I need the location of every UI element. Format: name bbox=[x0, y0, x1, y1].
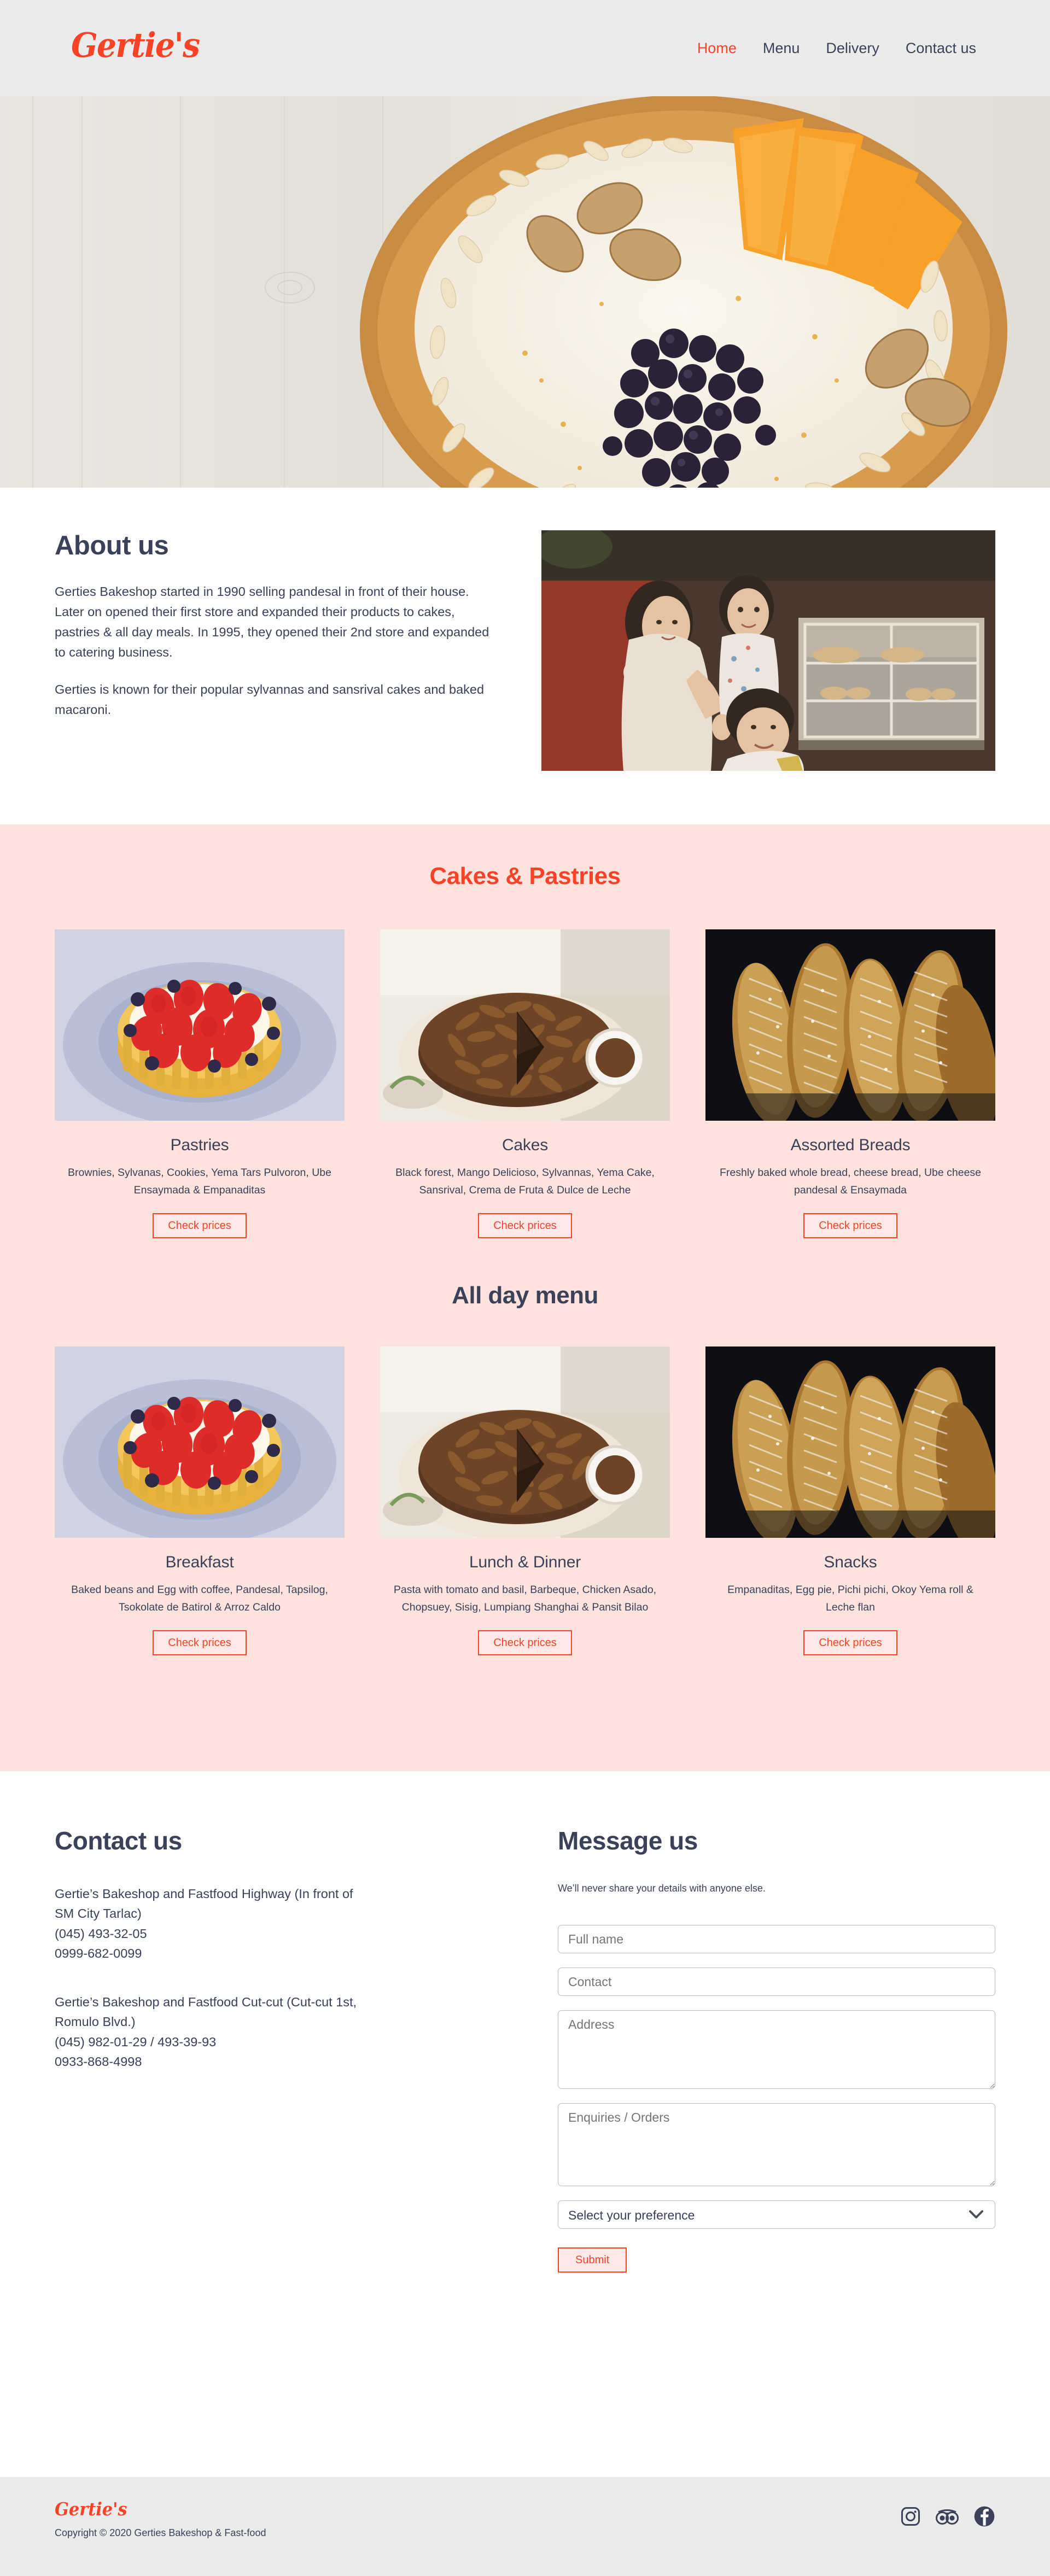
fruit-tart-icon bbox=[55, 1346, 345, 1538]
card-lunch-dinner-desc: Pasta with tomato and basil, Barbeque, C… bbox=[393, 1584, 657, 1613]
cakes-cards-row: Pastries Brownies, Sylvanas, Cookies, Ye… bbox=[55, 929, 995, 1239]
card-breakfast-image bbox=[55, 1346, 345, 1538]
card-assorted-breads-title: Assorted Breads bbox=[790, 1136, 911, 1154]
card-breakfast: Breakfast Baked beans and Egg with coffe… bbox=[55, 1346, 345, 1656]
check-prices-button-breads[interactable]: Check prices bbox=[803, 1213, 897, 1239]
card-breakfast-desc: Baked beans and Egg with coffee, Pandesa… bbox=[71, 1584, 328, 1613]
card-cakes-image bbox=[380, 929, 670, 1121]
contact-section: Contact us Gertie’s Bakeshop and Fastfoo… bbox=[0, 1771, 1050, 2477]
about-paragraph-1: Gerties Bakeshop started in 1990 selling… bbox=[55, 584, 489, 660]
privacy-note: We’ll never share your details with anyo… bbox=[558, 1883, 766, 1894]
card-snacks-desc: Empanaditas, Egg pie, Pichi pichi, Okoy … bbox=[727, 1584, 973, 1613]
bread-loaves-icon bbox=[705, 929, 995, 1121]
branch-address-1: Gertie’s Bakeshop and Fastfood Highway (… bbox=[55, 1887, 353, 1961]
footer-logo[interactable]: Gertie's bbox=[55, 2500, 127, 2518]
about-title: About us bbox=[55, 531, 169, 560]
check-prices-button-breakfast[interactable]: Check prices bbox=[153, 1630, 247, 1656]
contact-title: Contact us bbox=[55, 1826, 182, 1855]
card-breakfast-title: Breakfast bbox=[165, 1553, 234, 1572]
header-logo[interactable]: Gertie's bbox=[71, 21, 211, 70]
branch-address-2: Gertie’s Bakeshop and Fastfood Cut-cut (… bbox=[55, 1994, 357, 2069]
social-links bbox=[900, 2505, 995, 2527]
hero-image bbox=[0, 96, 1050, 488]
check-prices-button-lunch-dinner[interactable]: Check prices bbox=[478, 1630, 572, 1656]
chocolate-cake-icon bbox=[380, 1346, 670, 1538]
card-assorted-breads: Assorted Breads Freshly baked whole brea… bbox=[705, 929, 995, 1239]
card-lunch-dinner-image bbox=[380, 1346, 670, 1538]
preference-select[interactable]: Select your preference bbox=[558, 2200, 995, 2229]
about-section: About us Gerties Bakeshop started in 199… bbox=[0, 488, 1050, 824]
card-lunch-dinner: Lunch & Dinner Pasta with tomato and bas… bbox=[380, 1346, 670, 1656]
preference-select-wrapper[interactable]: Select your preference bbox=[558, 2200, 995, 2229]
about-image bbox=[541, 530, 995, 771]
about-text-column: About us Gerties Bakeshop started in 199… bbox=[55, 530, 509, 720]
card-pastries-image bbox=[55, 929, 345, 1121]
tripadvisor-link[interactable] bbox=[935, 2506, 959, 2527]
enquiries-orders-textarea[interactable] bbox=[558, 2103, 995, 2186]
card-cakes-title: Cakes bbox=[501, 1136, 549, 1154]
facebook-icon bbox=[973, 2505, 995, 2527]
logo-wordmark: Gertie's bbox=[71, 25, 200, 65]
allday-cards-row: Breakfast Baked beans and Egg with coffe… bbox=[55, 1346, 995, 1656]
instagram-link[interactable] bbox=[900, 2506, 921, 2527]
menu-sections: Cakes & Pastries Pastries Brownies, Sylv… bbox=[0, 824, 1050, 1771]
contact-info-column: Contact us Gertie’s Bakeshop and Fastfoo… bbox=[55, 1826, 492, 2273]
allday-section-title: All day menu bbox=[452, 1282, 598, 1309]
card-snacks-image bbox=[705, 1346, 995, 1538]
nav-item-home[interactable]: Home bbox=[697, 40, 737, 56]
address-textarea[interactable] bbox=[558, 2010, 995, 2089]
full-name-input[interactable] bbox=[558, 1925, 995, 1953]
tripadvisor-icon bbox=[935, 2506, 959, 2527]
about-paragraph-2: Gerties is known for their popular sylva… bbox=[55, 682, 485, 717]
check-prices-button-cakes[interactable]: Check prices bbox=[478, 1213, 572, 1239]
card-lunch-dinner-title: Lunch & Dinner bbox=[469, 1553, 581, 1572]
copyright-text: Copyright © 2020 Gerties Bakeshop & Fast… bbox=[55, 2527, 266, 2538]
contact-input[interactable] bbox=[558, 1968, 995, 1996]
message-form: Select your preference Submit bbox=[558, 1925, 995, 2273]
message-form-column: Message us We’ll never share your detail… bbox=[558, 1826, 995, 2273]
page-root: Gertie's Home Menu Delivery Contact us A… bbox=[0, 0, 1050, 2576]
main-nav: Home Menu Delivery Contact us bbox=[697, 0, 976, 96]
nav-item-contact-us[interactable]: Contact us bbox=[906, 40, 976, 56]
nav-item-menu[interactable]: Menu bbox=[763, 40, 800, 56]
nav-item-delivery[interactable]: Delivery bbox=[826, 40, 879, 56]
bread-loaves-icon bbox=[705, 1346, 995, 1538]
site-header: Gertie's Home Menu Delivery Contact us bbox=[0, 0, 1050, 96]
card-cakes-desc: Black forest, Mango Delicioso, Sylvannas… bbox=[395, 1167, 655, 1196]
facebook-link[interactable] bbox=[973, 2505, 995, 2527]
card-pastries-title: Pastries bbox=[170, 1136, 229, 1154]
site-footer: Gertie's Copyright © 2020 Gerties Bakesh… bbox=[0, 2477, 1050, 2576]
card-pastries: Pastries Brownies, Sylvanas, Cookies, Ye… bbox=[55, 929, 345, 1239]
instagram-icon bbox=[900, 2506, 921, 2527]
about-photo bbox=[541, 530, 995, 771]
card-assorted-breads-image bbox=[705, 929, 995, 1121]
check-prices-button-pastries[interactable]: Check prices bbox=[153, 1213, 247, 1239]
card-snacks-title: Snacks bbox=[824, 1553, 877, 1572]
card-assorted-breads-desc: Freshly baked whole bread, cheese bread,… bbox=[719, 1167, 982, 1196]
message-us-title: Message us bbox=[558, 1826, 698, 1855]
card-cakes: Cakes Black forest, Mango Delicioso, Syl… bbox=[380, 929, 670, 1239]
check-prices-button-snacks[interactable]: Check prices bbox=[803, 1630, 897, 1656]
hero-banner bbox=[0, 96, 1050, 488]
submit-button[interactable]: Submit bbox=[558, 2247, 627, 2273]
cakes-section-title: Cakes & Pastries bbox=[429, 863, 621, 889]
fruit-tart-icon bbox=[55, 929, 345, 1121]
card-snacks: Snacks Empanaditas, Egg pie, Pichi pichi… bbox=[705, 1346, 995, 1656]
card-pastries-desc: Brownies, Sylvanas, Cookies, Yema Tars P… bbox=[68, 1167, 331, 1196]
chocolate-cake-icon bbox=[380, 929, 670, 1121]
